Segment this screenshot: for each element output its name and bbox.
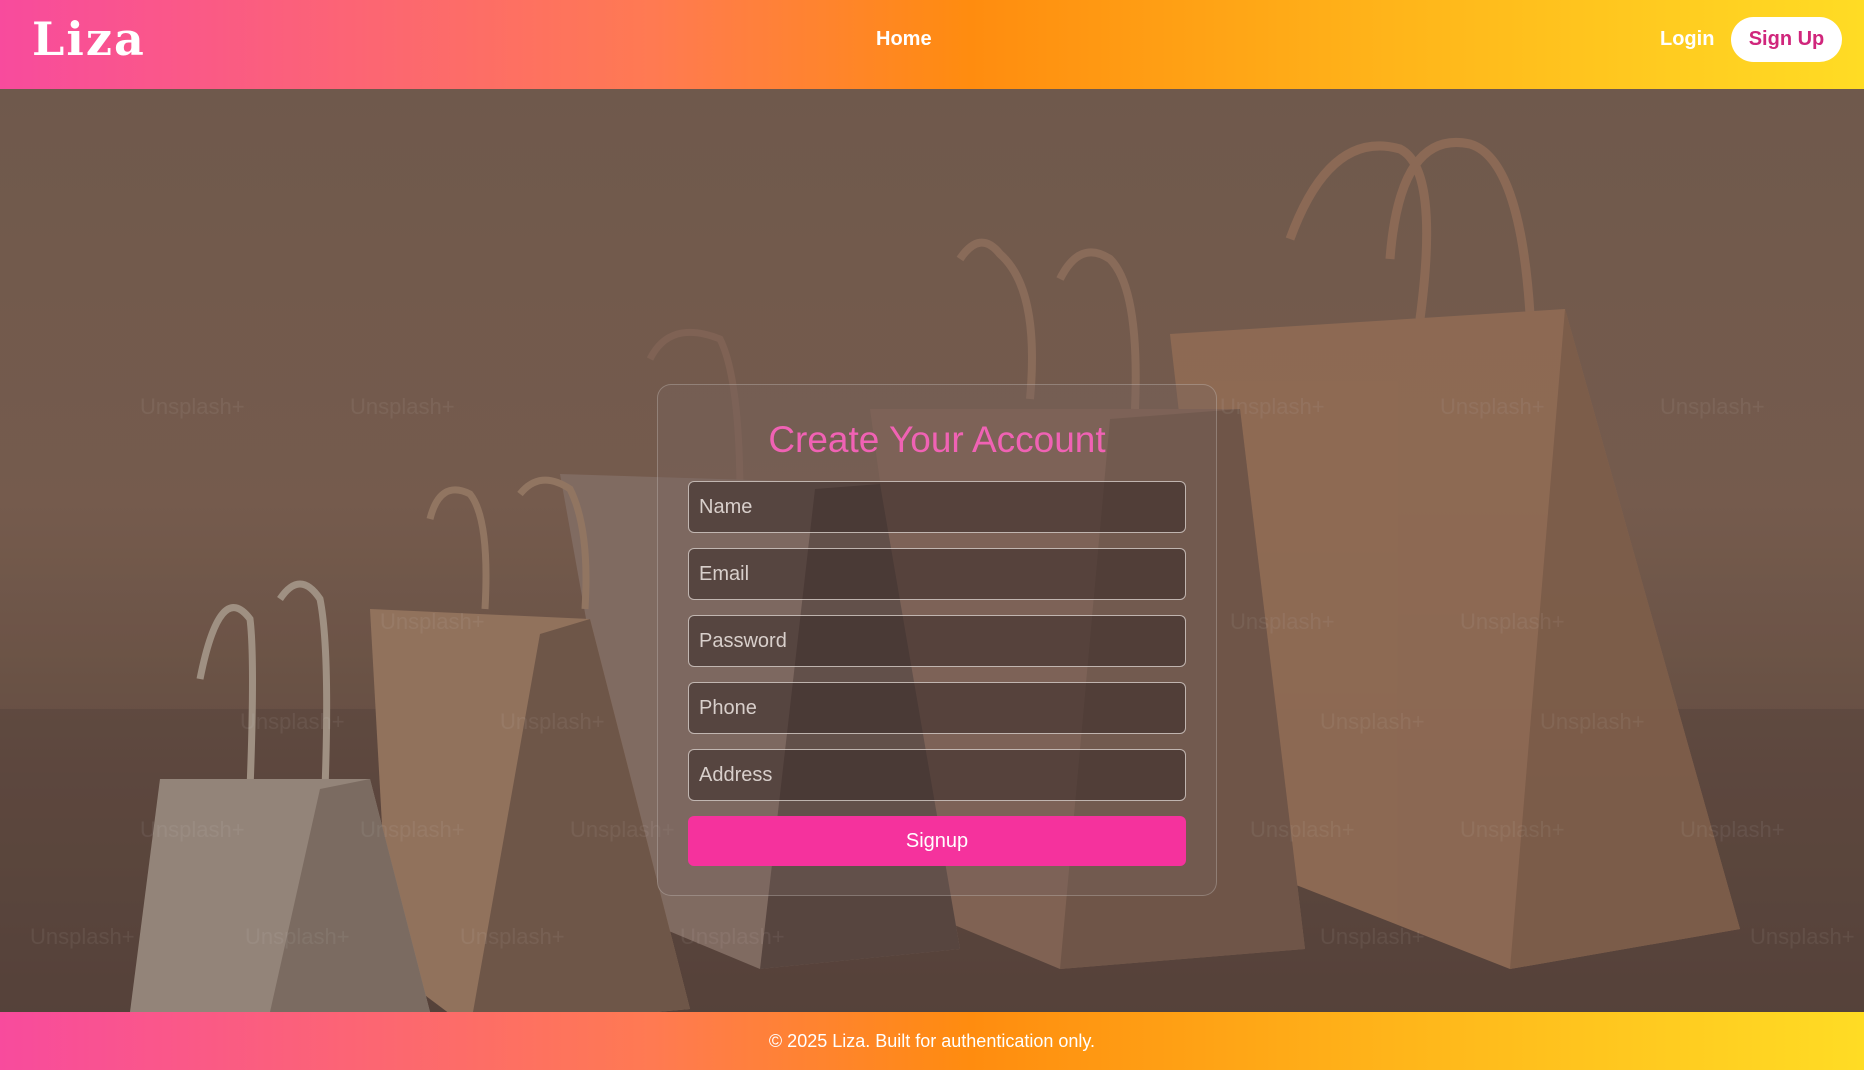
signup-submit-button[interactable]: Signup <box>688 816 1186 866</box>
form-title: Create Your Account <box>768 419 1106 460</box>
hero-background: Unsplash+ Unsplash+ Unsplash+ Unsplash+ … <box>0 89 1864 1012</box>
address-input[interactable] <box>688 749 1186 801</box>
top-navbar: Liza Home Login Sign Up <box>0 0 1864 89</box>
nav-login-link[interactable]: Login <box>1660 28 1714 51</box>
password-input[interactable] <box>688 615 1186 667</box>
name-input[interactable] <box>688 481 1186 533</box>
footer-copyright: © 2025 Liza. Built for authentication on… <box>768 1030 1096 1051</box>
nav-signup-button[interactable]: Sign Up <box>1731 17 1842 62</box>
phone-input[interactable] <box>688 682 1186 734</box>
brand-logo[interactable]: Liza <box>32 12 146 66</box>
page-footer: © 2025 Liza. Built for authentication on… <box>0 1012 1864 1070</box>
nav-home-link[interactable]: Home <box>876 28 932 51</box>
signup-form-card: Create Your Account Signup <box>657 384 1217 896</box>
email-input[interactable] <box>688 548 1186 600</box>
